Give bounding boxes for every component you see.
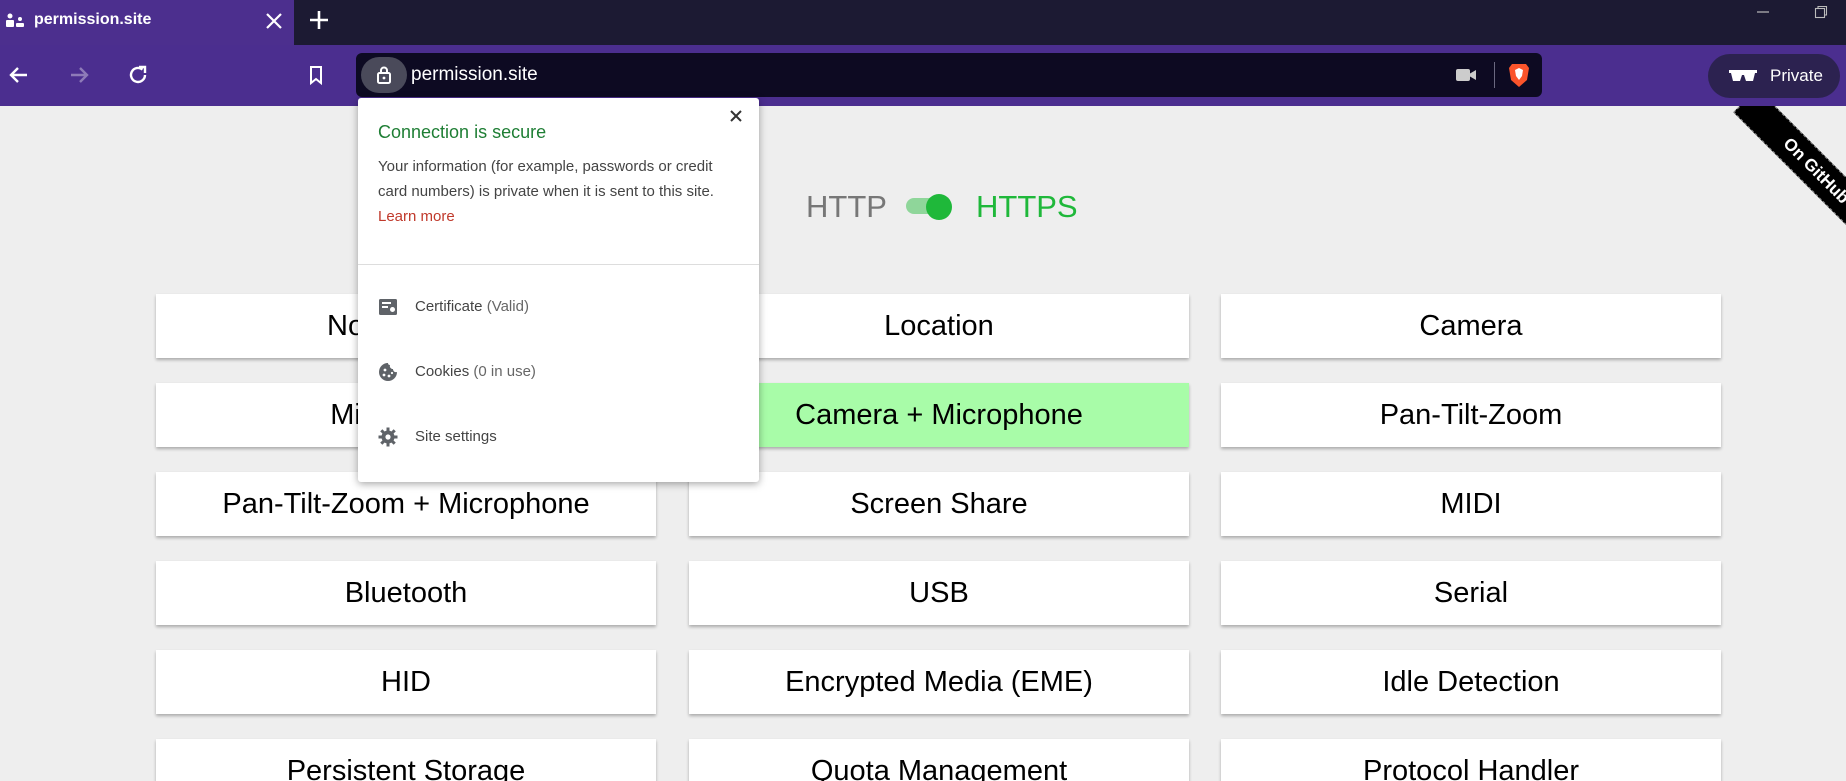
private-glasses-icon <box>1729 70 1757 81</box>
cookie-icon <box>379 363 397 381</box>
protocol-https-label[interactable]: HTTPS <box>976 189 1078 225</box>
tab-permission-site[interactable]: permission.site <box>0 0 294 45</box>
brave-shields-icon[interactable] <box>1507 62 1531 88</box>
permission-hid-button[interactable]: HID <box>156 650 656 714</box>
url-text[interactable]: permission.site <box>411 64 538 86</box>
bookmark-icon[interactable] <box>302 61 330 89</box>
permission-quota-management-button[interactable]: Quota Management <box>689 739 1189 781</box>
minimize-window-icon[interactable] <box>1756 6 1770 18</box>
private-label: Private <box>1770 66 1823 85</box>
cookies-status: (0 in use) <box>473 363 536 380</box>
protocol-toggle-knob[interactable] <box>926 194 952 220</box>
back-arrow-icon[interactable] <box>5 61 33 89</box>
site-favicon-icon <box>6 13 24 27</box>
tab-bar: permission.site <box>0 0 1846 45</box>
certificate-label-group: Certificate (Valid) <box>415 298 529 315</box>
page-content: HTTP HTTPS On GitHub Notifications Locat… <box>0 106 1846 781</box>
permission-midi-button[interactable]: MIDI <box>1221 472 1721 536</box>
permission-bluetooth-button[interactable]: Bluetooth <box>156 561 656 625</box>
reload-icon[interactable] <box>124 61 152 89</box>
forward-arrow-icon[interactable] <box>65 61 93 89</box>
permission-persistent-storage-button[interactable]: Persistent Storage <box>156 739 656 781</box>
permission-camera-microphone-button[interactable]: Camera + Microphone <box>689 383 1189 447</box>
site-settings-label: Site settings <box>415 428 497 445</box>
certificate-row[interactable]: Certificate (Valid) <box>358 282 759 332</box>
permission-location-button[interactable]: Location <box>689 294 1189 358</box>
gear-icon <box>378 427 398 447</box>
protocol-http-label[interactable]: HTTP <box>806 189 887 225</box>
restore-window-icon[interactable] <box>1814 5 1828 19</box>
cookies-label-group: Cookies (0 in use) <box>415 363 536 380</box>
certificate-icon <box>379 299 397 315</box>
learn-more-link[interactable]: Learn more <box>378 208 455 225</box>
connection-description: Your information (for example, passwords… <box>378 158 714 200</box>
permission-eme-button[interactable]: Encrypted Media (EME) <box>689 650 1189 714</box>
permission-serial-button[interactable]: Serial <box>1221 561 1721 625</box>
lock-icon <box>377 66 391 84</box>
permission-idle-detection-button[interactable]: Idle Detection <box>1221 650 1721 714</box>
address-bar-separator <box>1494 62 1495 88</box>
cookies-label: Cookies <box>415 363 470 380</box>
address-bar[interactable]: permission.site <box>356 53 1542 97</box>
connection-status-title: Connection is secure <box>378 122 547 142</box>
popup-divider <box>358 264 759 265</box>
close-popup-icon[interactable] <box>728 108 744 124</box>
site-settings-row[interactable]: Site settings <box>358 412 759 462</box>
browser-toolbar: permission.site Private <box>0 45 1846 106</box>
permission-camera-button[interactable]: Camera <box>1221 294 1721 358</box>
github-ribbon-label[interactable]: On GitHub <box>1733 106 1846 254</box>
site-info-popup: Connection is secure Your information (f… <box>358 98 759 482</box>
certificate-label: Certificate <box>415 298 483 315</box>
camera-in-use-icon[interactable] <box>1455 65 1477 85</box>
tab-title: permission.site <box>34 11 152 28</box>
certificate-status: (Valid) <box>486 298 529 315</box>
permission-usb-button[interactable]: USB <box>689 561 1189 625</box>
close-tab-icon[interactable] <box>263 10 285 32</box>
permission-protocol-handler-button[interactable]: Protocol Handler <box>1221 739 1721 781</box>
permission-pan-tilt-zoom-button[interactable]: Pan-Tilt-Zoom <box>1221 383 1721 447</box>
site-info-button[interactable] <box>361 57 407 93</box>
private-window-button[interactable]: Private <box>1708 54 1840 98</box>
new-tab-icon[interactable] <box>307 8 331 32</box>
permission-screen-share-button[interactable]: Screen Share <box>689 472 1189 536</box>
cookies-row[interactable]: Cookies (0 in use) <box>358 347 759 397</box>
github-ribbon[interactable]: On GitHub <box>1706 106 1846 256</box>
